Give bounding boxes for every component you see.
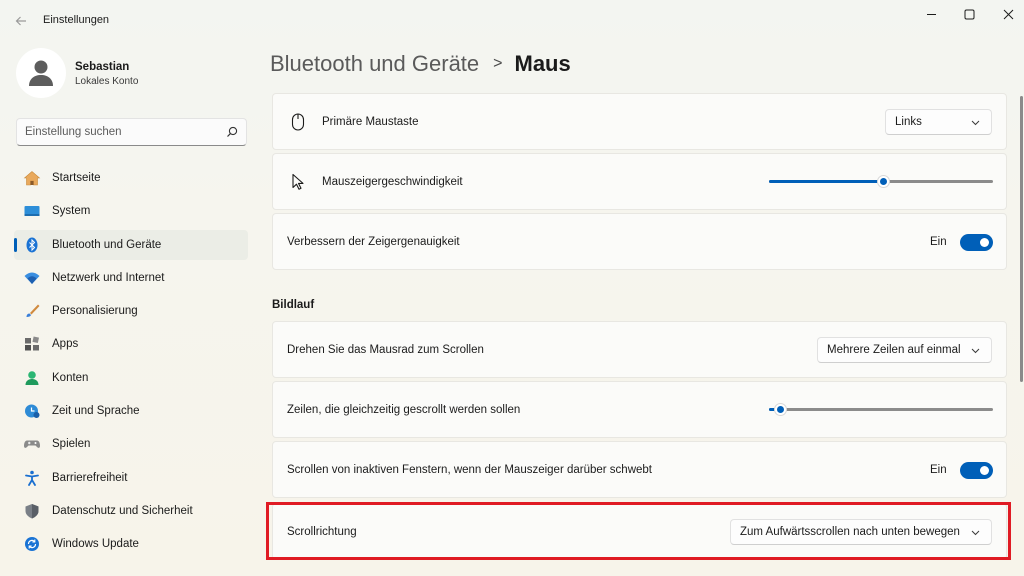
minimize-icon — [926, 13, 936, 15]
title-bar: Einstellungen — [0, 0, 1024, 32]
lines-per-scroll-slider[interactable] — [769, 401, 993, 419]
search-input[interactable] — [25, 124, 220, 140]
maximize-icon — [964, 9, 974, 19]
toggle-state-text: Ein — [930, 464, 947, 476]
sidebar-item-label: Startseite — [52, 172, 101, 184]
update-icon — [23, 536, 41, 552]
window-title: Einstellungen — [43, 14, 110, 26]
toggle-knob — [980, 466, 989, 475]
wheel-scroll-dropdown[interactable]: Mehrere Zeilen auf einmal — [817, 337, 992, 363]
sidebar-item-barrierefreiheit[interactable]: Barrierefreiheit — [14, 463, 248, 493]
setting-label: Mauszeigergeschwindigkeit — [322, 176, 463, 188]
accessibility-icon — [23, 470, 41, 486]
gamepad-icon — [23, 436, 41, 452]
sidebar-item-label: Zeit und Sprache — [52, 405, 140, 418]
shield-icon — [23, 503, 41, 519]
inactive-scroll-toggle[interactable] — [960, 462, 993, 479]
page-title: Maus — [514, 51, 571, 76]
dropdown-value: Mehrere Zeilen auf einmal — [827, 344, 961, 356]
avatar — [16, 48, 66, 98]
sidebar-item-label: System — [52, 205, 91, 218]
sidebar-item-label: Datenschutz und Sicherheit — [52, 504, 193, 517]
setting-label: Primäre Maustaste — [322, 116, 419, 128]
setting-label: Zeilen, die gleichzeitig gescrollt werde… — [287, 404, 521, 416]
sidebar-item-label: Netzwerk und Internet — [52, 271, 165, 284]
primary-button-dropdown[interactable]: Links — [885, 109, 992, 135]
setting-label: Scrollen von inaktiven Fenstern, wenn de… — [287, 464, 652, 476]
brush-icon — [23, 303, 41, 319]
user-icon — [29, 60, 53, 86]
setting-inactive-scroll: Scrollen von inaktiven Fenstern, wenn de… — [272, 441, 1007, 498]
pointer-precision-toggle[interactable] — [960, 234, 993, 251]
setting-label: Drehen Sie das Mausrad zum Scrollen — [287, 344, 484, 356]
highlight-box — [266, 502, 1011, 560]
breadcrumb: Bluetooth und Geräte > Maus — [270, 49, 571, 79]
setting-label: Verbessern der Zeigergenauigkeit — [287, 236, 460, 248]
setting-pointer-speed: Mauszeigergeschwindigkeit — [272, 153, 1007, 210]
toggle-state-text: Ein — [930, 236, 947, 248]
setting-wheel-scroll: Drehen Sie das Mausrad zum Scrollen Mehr… — [272, 321, 1007, 378]
bluetooth-icon — [23, 237, 41, 253]
setting-primary-button: Primäre Maustaste Links — [272, 93, 1007, 150]
close-icon — [1003, 9, 1013, 19]
sidebar-item-startseite[interactable]: Startseite — [14, 163, 248, 193]
search-icon[interactable] — [226, 126, 238, 138]
toggle-knob — [980, 238, 989, 247]
sidebar-item-label: Bluetooth und Geräte — [52, 238, 162, 251]
profile-name: Sebastian — [75, 61, 130, 73]
sidebar-item-windows-update[interactable]: Windows Update — [14, 529, 248, 559]
sidebar-item-label: Spielen — [52, 438, 91, 451]
sidebar-item-label: Apps — [52, 338, 79, 351]
sidebar-item-label: Barrierefreiheit — [52, 471, 128, 484]
sidebar-item-system[interactable]: System — [14, 196, 248, 226]
sidebar-item-zeit-sprache[interactable]: Zeit und Sprache — [14, 396, 248, 426]
setting-pointer-precision: Verbessern der Zeigergenauigkeit Ein — [272, 213, 1007, 270]
sidebar-item-label: Personalisierung — [52, 305, 138, 318]
slider-thumb[interactable] — [877, 175, 890, 188]
sidebar-item-spielen[interactable]: Spielen — [14, 429, 248, 459]
sidebar-nav: Startseite System Bluetooth und Geräte N… — [14, 163, 248, 563]
profile-account-type: Lokales Konto — [75, 76, 139, 87]
sidebar-item-label: Konten — [52, 371, 89, 384]
sidebar-item-netzwerk[interactable]: Netzwerk und Internet — [14, 263, 248, 293]
home-icon — [23, 170, 41, 186]
section-title-bildlauf: Bildlauf — [272, 299, 315, 311]
chevron-down-icon — [971, 120, 980, 126]
close-button[interactable] — [985, 0, 1024, 28]
slider-track — [769, 408, 993, 411]
pointer-speed-slider[interactable] — [769, 173, 993, 191]
sidebar-item-apps[interactable]: Apps — [14, 329, 248, 359]
setting-lines-per-scroll: Zeilen, die gleichzeitig gescrollt werde… — [272, 381, 1007, 438]
apps-icon — [23, 336, 41, 352]
settings-search — [16, 118, 247, 146]
sidebar-item-personalisierung[interactable]: Personalisierung — [14, 296, 248, 326]
sidebar-item-bluetooth[interactable]: Bluetooth und Geräte — [14, 229, 248, 260]
wifi-icon — [23, 270, 41, 286]
breadcrumb-parent[interactable]: Bluetooth und Geräte — [270, 51, 479, 77]
clock-globe-icon — [23, 403, 41, 419]
mouse-icon — [289, 113, 307, 131]
cursor-icon — [289, 173, 307, 191]
sidebar-item-datenschutz[interactable]: Datenschutz und Sicherheit — [14, 496, 248, 526]
sidebar-item-label: Windows Update — [52, 538, 139, 551]
sidebar-item-konten[interactable]: Konten — [14, 363, 248, 393]
account-icon — [23, 370, 41, 386]
slider-thumb[interactable] — [774, 403, 787, 416]
back-arrow-icon[interactable] — [10, 10, 32, 32]
content-scrollbar[interactable] — [1020, 96, 1023, 382]
monitor-icon — [23, 203, 41, 219]
breadcrumb-separator: > — [493, 55, 503, 72]
slider-fill — [769, 180, 883, 183]
dropdown-value: Links — [895, 116, 922, 128]
chevron-down-icon — [971, 348, 980, 354]
